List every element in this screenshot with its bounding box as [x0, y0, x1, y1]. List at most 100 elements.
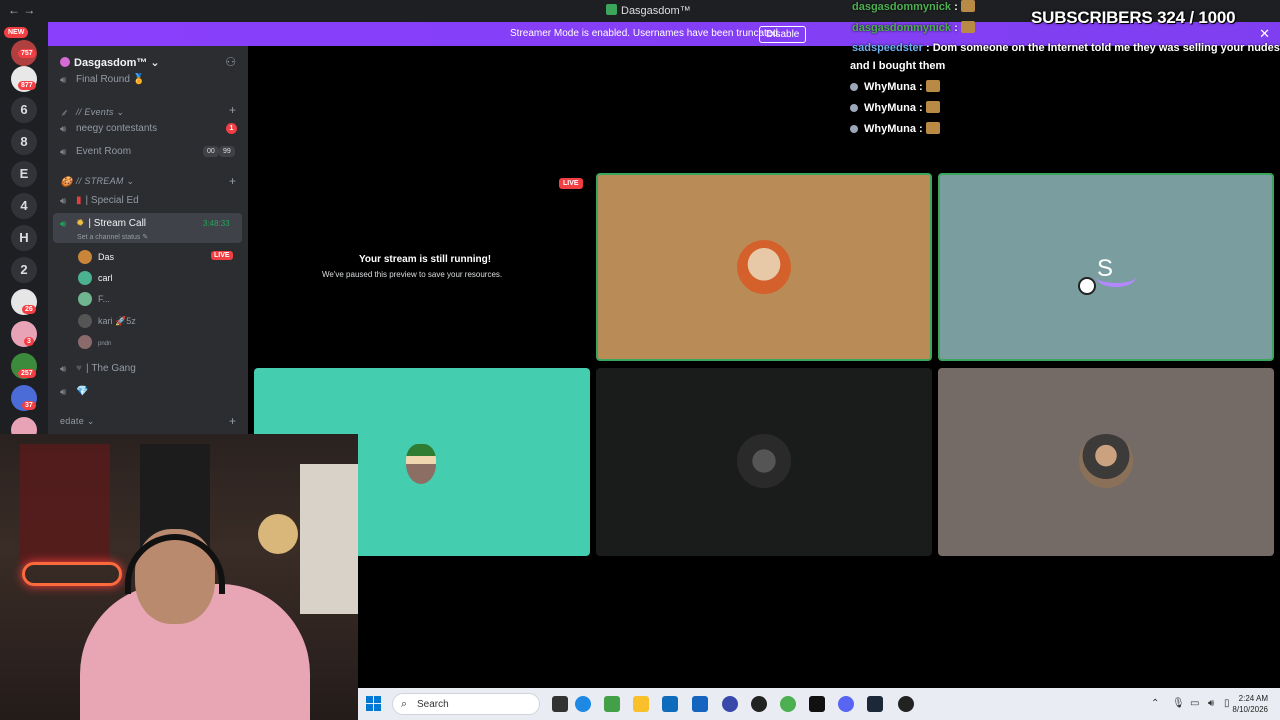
voice-user[interactable]: kari 🚀5z	[78, 314, 136, 328]
add-channel-icon[interactable]: +	[229, 103, 236, 117]
server-icon-8[interactable]: 8	[11, 129, 37, 155]
speaker-icon: 🔊︎	[60, 196, 67, 207]
badge-icon	[850, 83, 858, 91]
avatar	[78, 314, 92, 328]
store-icon[interactable]	[692, 696, 708, 712]
chat-message-continuation: and I bought them	[850, 60, 946, 72]
window-title: Dasgasdom™	[606, 4, 691, 17]
speaker-icon: 🔊︎	[60, 387, 67, 398]
clock[interactable]: 2:24 AM 8/10/2026	[1232, 693, 1268, 715]
sun-icon: ✹	[76, 218, 85, 229]
paused-title: Your stream is still running!	[359, 254, 492, 265]
add-channel-icon[interactable]: +	[229, 414, 236, 428]
volume-icon[interactable]: 🔊︎	[1208, 698, 1214, 709]
chat-message: sadspeedster : Dom someone on the Intern…	[852, 42, 1280, 54]
channel-stream-call[interactable]: 🔊︎ ✹ | Stream Call	[60, 218, 147, 230]
emote-icon	[925, 122, 940, 134]
channel-gem[interactable]: 🔊︎ 💎	[60, 386, 89, 398]
channel-special-ed[interactable]: 🔊︎ ▮ | Special Ed	[60, 195, 139, 207]
search-placeholder: Search	[417, 699, 449, 710]
event-icon: ⸙	[60, 108, 68, 119]
channel-the-gang[interactable]: 🔊︎ ♥ | The Gang	[60, 363, 136, 375]
participant-tile[interactable]	[938, 368, 1274, 556]
app-icon	[606, 4, 617, 15]
chat-text: : Dom someone on the Internet told me th…	[922, 42, 1280, 54]
voice-user[interactable]: F...	[78, 292, 110, 306]
channel-label: 💎	[76, 386, 89, 397]
steam-icon[interactable]	[867, 696, 883, 712]
app-icon[interactable]	[898, 696, 914, 712]
chrome-icon[interactable]	[780, 696, 796, 712]
participant-tile[interactable]: S	[938, 173, 1274, 361]
server-icon-4[interactable]: 4	[11, 193, 37, 219]
server-name[interactable]: Dasgasdom™ ⌄	[60, 56, 160, 69]
chat-username: WhyMuna	[864, 102, 916, 114]
live-badge: LIVE	[559, 178, 583, 189]
ea-icon[interactable]	[722, 696, 738, 712]
file-explorer-icon[interactable]	[633, 696, 649, 712]
channel-neegy-contestants[interactable]: 🔊︎ neegy contestants	[60, 123, 157, 135]
channel-event-room[interactable]: 🔊︎ Event Room	[60, 146, 132, 158]
add-member-icon[interactable]: ⚇	[225, 55, 236, 69]
obs-icon[interactable]	[751, 696, 767, 712]
windows-taskbar: ⌕ Search ⌃ 🎙︎ ▭ 🔊︎ ▯ 2:24 AM 8/10/2026	[358, 688, 1280, 720]
user-limit: 99	[219, 146, 235, 157]
mic-icon[interactable]: 🎙︎	[1172, 698, 1185, 709]
swoosh-icon	[1096, 267, 1136, 287]
category-stream[interactable]: 🍪// STREAM ⌄	[60, 176, 135, 188]
outlook-icon[interactable]	[662, 696, 678, 712]
category-label: // Events ⌄	[76, 107, 125, 117]
chat-separator: :	[951, 22, 958, 34]
chat-message: dasgasdommynick :	[852, 0, 975, 13]
avatar	[1079, 434, 1133, 488]
voice-user[interactable]: carl	[78, 271, 113, 285]
channel-label: Stream Call	[93, 218, 147, 229]
voice-user[interactable]: Das	[78, 250, 114, 264]
terminal-icon[interactable]	[809, 696, 825, 712]
emote-icon	[925, 80, 940, 92]
server-icon-2[interactable]: 2	[11, 257, 37, 283]
wall-poster	[300, 464, 358, 614]
channel-label: Event Room	[76, 146, 132, 157]
add-channel-icon[interactable]: +	[229, 174, 236, 188]
edge-icon[interactable]	[575, 696, 591, 712]
nav-arrows[interactable]: ← →	[8, 3, 35, 17]
soccer-ball-icon	[1078, 277, 1096, 295]
photos-icon[interactable]	[604, 696, 620, 712]
user-name: pndn	[98, 341, 112, 347]
taskbar-search[interactable]: ⌕ Search	[392, 693, 540, 715]
avatar	[78, 335, 92, 349]
subscriber-goal: SUBSCRIBERS 324 / 1000	[1031, 8, 1236, 27]
start-button[interactable]	[366, 696, 382, 712]
chevron-up-icon[interactable]: ⌃	[1151, 698, 1159, 709]
chat-username: WhyMuna	[864, 81, 916, 93]
channel-status[interactable]: Set a channel status ✎	[77, 233, 148, 241]
server-icon-6[interactable]: 6	[11, 97, 37, 123]
category-edate[interactable]: edate ⌄	[60, 416, 95, 427]
emote-icon	[960, 0, 975, 12]
wall-shirt	[20, 444, 110, 564]
disable-button[interactable]: Disable	[759, 26, 807, 43]
user-name: kari 🚀5z	[98, 316, 136, 326]
channel-final-round[interactable]: 🔊︎ Final Round 🏅	[60, 74, 145, 86]
chat-separator: :	[915, 81, 923, 93]
discord-icon[interactable]	[838, 696, 854, 712]
battery-icon[interactable]: ▯	[1224, 698, 1230, 709]
task-view-icon[interactable]	[552, 696, 568, 712]
server-icon-e[interactable]: E	[11, 161, 37, 187]
chat-message: WhyMuna :	[850, 122, 940, 135]
server-icon-h[interactable]: H	[11, 225, 37, 251]
category-label: edate ⌄	[60, 416, 95, 426]
category-events[interactable]: ⸙ // Events ⌄	[60, 105, 125, 119]
server-name-text: Dasgasdom™ ⌄	[74, 57, 160, 69]
window-title-text: Dasgasdom™	[621, 5, 691, 17]
network-icon[interactable]: ▭	[1190, 698, 1199, 709]
book-icon: ▮	[76, 195, 82, 206]
category-label: // STREAM ⌄	[76, 176, 135, 186]
channel-label: The Gang	[91, 363, 136, 374]
voice-user[interactable]: pndn	[78, 335, 111, 349]
banner-close-icon[interactable]: ✕	[1259, 26, 1270, 42]
participant-tile[interactable]	[596, 173, 932, 361]
call-duration: 3:48:33	[203, 219, 230, 228]
participant-tile[interactable]	[596, 368, 932, 556]
